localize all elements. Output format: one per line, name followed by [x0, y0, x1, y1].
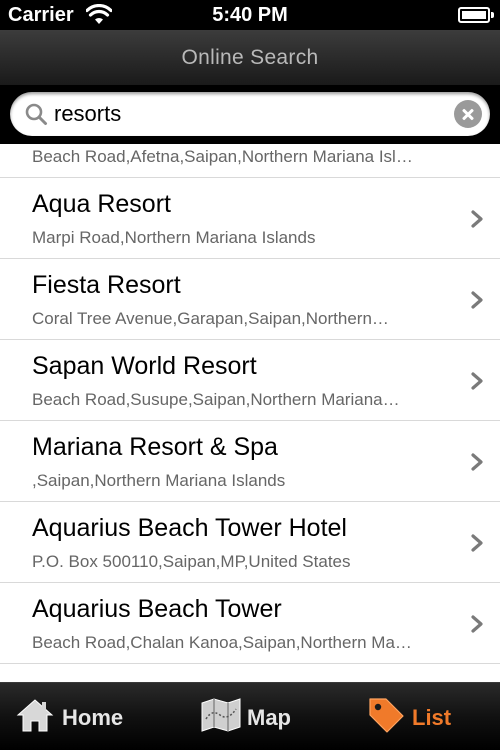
list-item-name: Aquarius Beach Tower	[32, 595, 282, 623]
search-field[interactable]	[10, 92, 490, 136]
list-item[interactable]: Aquarius Beach Tower Hotel P.O. Box 5001…	[0, 502, 500, 583]
clock: 5:40 PM	[212, 4, 288, 26]
tab-list-label: List	[412, 705, 452, 730]
chevron-right-icon	[471, 534, 483, 552]
search-input[interactable]	[54, 98, 434, 130]
tab-map-label: Map	[247, 705, 291, 730]
home-icon	[16, 699, 54, 732]
results-list[interactable]: Beach Road,Afetna,Saipan,Northern Marian…	[0, 144, 500, 682]
tab-home-label: Home	[62, 705, 124, 730]
tab-map[interactable]: Map	[200, 683, 310, 750]
navigation-bar: Online Search	[0, 30, 500, 86]
list-item-address: ,Saipan,Northern Mariana Islands	[32, 471, 286, 490]
list-item[interactable]: Sapan World Resort Beach Road,Susupe,Sai…	[0, 340, 500, 421]
chevron-right-icon	[471, 453, 483, 471]
search-bar	[0, 86, 500, 144]
chevron-right-icon	[471, 372, 483, 390]
list-item-address: Beach Road,Afetna,Saipan,Northern Marian…	[32, 147, 413, 166]
list-item-address: Coral Tree Avenue,Garapan,Saipan,Norther…	[32, 309, 389, 328]
status-bar: Carrier 5:40 PM	[0, 0, 500, 30]
list-item-address: Beach Road,Chalan Kanoa,Saipan,Northern …	[32, 633, 412, 652]
tab-home[interactable]: Home	[16, 683, 146, 750]
list-item[interactable]: Aquarius Beach Tower Beach Road,Chalan K…	[0, 583, 500, 664]
list-item[interactable]: Aqua Resort Marpi Road,Northern Mariana …	[0, 178, 500, 259]
chevron-right-icon	[471, 615, 483, 633]
list-item-name: Mariana Resort & Spa	[32, 433, 278, 461]
tab-list[interactable]: List	[366, 683, 476, 750]
list-item-address: P.O. Box 500110,Saipan,MP,United States	[32, 552, 351, 571]
list-item-name: Sapan World Resort	[32, 352, 257, 380]
list-item[interactable]: Fiesta Resort Coral Tree Avenue,Garapan,…	[0, 259, 500, 340]
list-item-address: Marpi Road,Northern Mariana Islands	[32, 228, 316, 247]
list-item-name: Fiesta Resort	[32, 271, 181, 299]
list-item[interactable]: Mariana Resort & Spa ,Saipan,Northern Ma…	[0, 421, 500, 502]
clear-icon[interactable]	[454, 100, 482, 128]
list-item-name: Aqua Resort	[32, 190, 171, 218]
list-item[interactable]: Beach Road,Afetna,Saipan,Northern Marian…	[0, 144, 500, 178]
tab-bar: Home Map List	[0, 682, 500, 750]
chevron-right-icon	[471, 210, 483, 228]
list-item-address: Beach Road,Susupe,Saipan,Northern Marian…	[32, 390, 400, 409]
tag-icon	[369, 698, 404, 733]
page-title: Online Search	[181, 46, 319, 69]
search-icon	[25, 103, 47, 125]
battery-icon	[458, 7, 494, 23]
list-item-name: Aquarius Beach Tower Hotel	[32, 514, 347, 542]
chevron-right-icon	[471, 291, 483, 309]
map-icon	[201, 698, 241, 732]
